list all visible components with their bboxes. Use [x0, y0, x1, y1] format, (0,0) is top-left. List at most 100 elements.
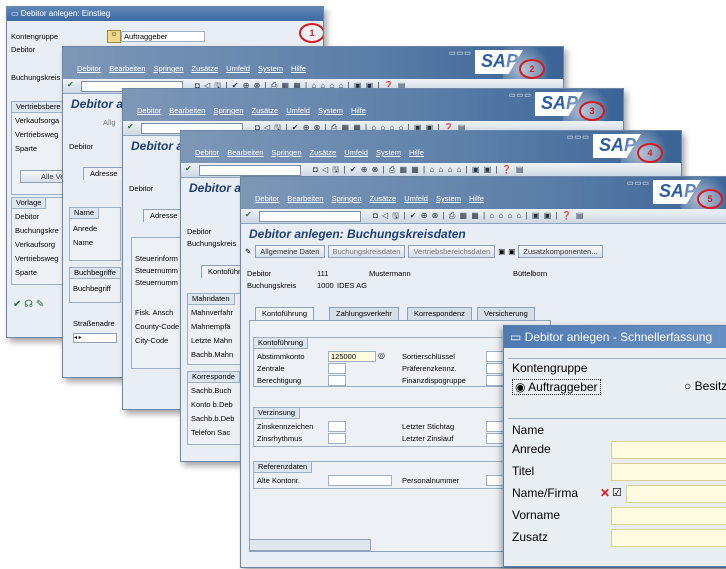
window-buttons[interactable]: ▭▭▭: [509, 91, 532, 99]
menu-umfeld[interactable]: Umfeld: [404, 194, 428, 203]
group-header: Vertriebsbere: [11, 101, 66, 113]
status-bar: [249, 539, 371, 551]
label-vorname: Vorname: [512, 508, 561, 522]
tab-korrespondenz[interactable]: Korrespondenz: [407, 307, 472, 320]
group-kontengruppe: Kontengruppe ◉ Auftraggeber ○ Besitz: [508, 358, 726, 397]
required-check-icon: ☑: [612, 487, 622, 499]
radio-auftraggeber[interactable]: ◉ Auftraggeber: [512, 379, 601, 395]
menu-debitor[interactable]: Debitor: [137, 106, 161, 115]
group-mahndaten: Mahndaten Mahnverfahr Mahnempfä Letzte M…: [187, 293, 241, 365]
menu-debitor[interactable]: Debitor: [255, 194, 279, 203]
command-field[interactable]: [259, 211, 361, 222]
letzter-stichtag-field[interactable]: [486, 421, 504, 432]
menu-system[interactable]: System: [376, 148, 401, 157]
menu-hilfe[interactable]: Hilfe: [409, 148, 424, 157]
menu-hilfe[interactable]: Hilfe: [291, 64, 306, 73]
name-firma-field[interactable]: [626, 485, 726, 503]
scroll-arrows[interactable]: ◂ ▸: [73, 333, 117, 343]
other-object-icon[interactable]: ▣: [498, 247, 505, 256]
label-berechtigung: Berechtigung: [257, 376, 302, 385]
menu-debitor[interactable]: Debitor: [195, 148, 219, 157]
titel-field[interactable]: [611, 463, 726, 481]
display-change-icon[interactable]: ✎: [245, 247, 251, 256]
window-buttons[interactable]: ▭▭▭: [567, 133, 590, 141]
toolbar-icons[interactable]: ◘ ◁ 🖫 | ✔ ⊕ ⊗ | ⎙ ▦ ▦ | ⌂ ⌂ ⌂ ⌂ | ▣ ▣ | …: [373, 210, 584, 224]
vorname-field[interactable]: [611, 507, 726, 525]
zentrale-field[interactable]: [328, 363, 346, 374]
bottom-icons[interactable]: ✔ ☊ ✎: [13, 299, 44, 310]
tab-zahlungsverkehr[interactable]: Zahlungsverkehr: [329, 307, 399, 320]
menu-debitor[interactable]: Debitor: [77, 64, 101, 73]
menu-zusaetze[interactable]: Zusätze: [370, 194, 397, 203]
buchungskreisdaten-button[interactable]: Buchungskreisdaten: [327, 245, 406, 258]
menu-springen[interactable]: Springen: [331, 194, 361, 203]
menu-system[interactable]: System: [318, 106, 343, 115]
label-debitor: Debitor: [187, 227, 212, 236]
label-vorlage-buchungskreis: Buchungskre: [15, 226, 59, 235]
allgemeine-daten-button[interactable]: Allgemeine Daten: [255, 245, 325, 258]
search-help-icon[interactable]: ☺: [107, 30, 121, 43]
menu-bearbeiten[interactable]: Bearbeiten: [109, 64, 145, 73]
zinskennzeichen-field[interactable]: [328, 421, 346, 432]
group-header: Korresponde: [187, 371, 240, 383]
menu-hilfe[interactable]: Hilfe: [469, 194, 484, 203]
enter-icon[interactable]: ✔: [245, 210, 252, 219]
debitor-name: Mustermann: [369, 269, 411, 278]
badge-4: 4: [637, 143, 663, 163]
enter-icon[interactable]: ✔: [185, 164, 192, 173]
tab-kontofuehrung[interactable]: Kontoführung: [255, 307, 315, 320]
label-buchungskreis: Buchungskreis: [247, 281, 297, 290]
search-help-icon[interactable]: ◎: [378, 351, 385, 360]
vertriebsbereichsdaten-button[interactable]: Vertriebsbereichsdaten: [408, 245, 496, 258]
label-titel: Titel: [512, 464, 535, 478]
letzter-zinslauf-field[interactable]: [486, 433, 504, 444]
enter-icon[interactable]: ✔: [67, 80, 74, 89]
menu-zusaetze[interactable]: Zusätze: [310, 148, 337, 157]
label-kontengruppe: Kontengruppe: [11, 32, 59, 41]
label-verkaufsorg: Verkaufsorga: [15, 116, 60, 125]
menu-system[interactable]: System: [258, 64, 283, 73]
menu-springen[interactable]: Springen: [213, 106, 243, 115]
tab-versicherung[interactable]: Versicherung: [477, 307, 535, 320]
label-strassenadresse: Straßenadre: [73, 319, 115, 328]
window-buttons[interactable]: ▭▭▭: [449, 49, 472, 57]
menu-hilfe[interactable]: Hilfe: [351, 106, 366, 115]
menu-zusaetze[interactable]: Zusätze: [192, 64, 219, 73]
toolbar-allg[interactable]: Allg: [103, 118, 116, 127]
window-buttons[interactable]: ▭▭▭: [627, 179, 650, 187]
label-fisk-anschrift: Fisk. Ansch: [135, 308, 174, 317]
enter-icon[interactable]: ✔: [127, 122, 134, 131]
alte-kontonr-field[interactable]: [328, 475, 392, 486]
menu-system[interactable]: System: [436, 194, 461, 203]
menu-umfeld[interactable]: Umfeld: [344, 148, 368, 157]
praeferenzkennz-field[interactable]: [486, 363, 504, 374]
radio-besitz[interactable]: ○ Besitz: [684, 379, 726, 393]
label-letzte-mahnung: Letzte Mahn: [191, 336, 233, 345]
menu-zusaetze[interactable]: Zusätze: [252, 106, 279, 115]
finanzdispogruppe-field[interactable]: [486, 375, 504, 386]
copy-icon[interactable]: ▣: [508, 247, 515, 256]
zusatz-field[interactable]: [611, 529, 726, 547]
kontengruppe-field[interactable]: Auftraggeber: [121, 31, 205, 42]
zinsrhythmus-field[interactable]: [328, 433, 346, 444]
tab-adresse[interactable]: Adresse: [83, 167, 125, 180]
tab-adresse[interactable]: Adresse: [143, 209, 185, 222]
sortierschluessel-field[interactable]: [486, 351, 504, 362]
menu-springen[interactable]: Springen: [271, 148, 301, 157]
menu-bearbeiten[interactable]: Bearbeiten: [287, 194, 323, 203]
menu-bearbeiten[interactable]: Bearbeiten: [227, 148, 263, 157]
menu-umfeld[interactable]: Umfeld: [226, 64, 250, 73]
anrede-field[interactable]: [611, 441, 726, 459]
menu-umfeld[interactable]: Umfeld: [286, 106, 310, 115]
menu-bar: Debitor Bearbeiten Springen Zusätze Umfeld Sy…: [137, 106, 374, 115]
menu-springen[interactable]: Springen: [153, 64, 183, 73]
menu-bearbeiten[interactable]: Bearbeiten: [169, 106, 205, 115]
command-field[interactable]: [199, 165, 301, 176]
abstimmkonto-field[interactable]: 125000: [328, 351, 376, 362]
personalnummer-field[interactable]: [486, 475, 504, 486]
zusatzkomponenten-button[interactable]: Zusatzkomponenten...: [518, 245, 603, 258]
application-toolbar: ✎ Allgemeine Daten Buchungskreisdaten Vertr…: [245, 245, 606, 259]
label-mahnempfaenger: Mahnempfä: [191, 322, 231, 331]
berechtigung-field[interactable]: [328, 375, 346, 386]
label-letzter-stichtag: Letzter Stichtag: [402, 422, 455, 431]
